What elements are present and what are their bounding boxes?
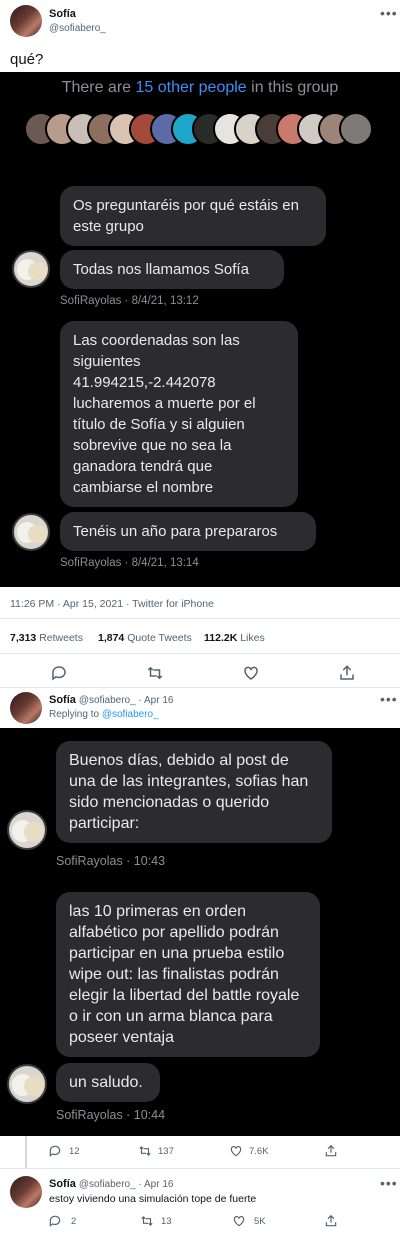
author-name[interactable]: Sofía bbox=[49, 8, 76, 20]
share-icon[interactable] bbox=[324, 1214, 338, 1228]
author-handle-date[interactable]: @sofiabero_ · Apr 16 bbox=[79, 695, 174, 706]
avatar[interactable] bbox=[10, 692, 42, 724]
replying-to-link[interactable]: @sofiabero_ bbox=[102, 709, 159, 720]
retweet-count: 137 bbox=[158, 1146, 174, 1157]
avatar[interactable] bbox=[10, 1176, 42, 1208]
message-meta: SofiRayolas · 8/4/21, 13:14 bbox=[60, 557, 199, 569]
replying-to: Replying to @sofiabero_ bbox=[49, 709, 159, 720]
reply-author[interactable]: Sofía @sofiabero_ · Apr 16 bbox=[49, 694, 173, 706]
embedded-screenshot: There are 15 other people in this group … bbox=[0, 72, 400, 587]
message-meta: SofiRayolas · 10:44 bbox=[56, 1108, 166, 1122]
message-meta: SofiRayolas · 8/4/21, 13:12 bbox=[60, 295, 199, 307]
like-count: 7.6K bbox=[249, 1146, 269, 1157]
message-bubble: Tenéis un año para prepararos bbox=[60, 512, 316, 551]
share-icon[interactable] bbox=[324, 1144, 338, 1158]
like-icon[interactable] bbox=[242, 664, 260, 682]
retweet-icon[interactable] bbox=[138, 1144, 152, 1158]
retweet-count: 13 bbox=[161, 1216, 172, 1227]
share-icon[interactable] bbox=[338, 664, 356, 682]
sender-avatar bbox=[7, 810, 47, 850]
sender-avatar bbox=[12, 513, 50, 551]
retweet-icon[interactable] bbox=[146, 664, 164, 682]
thread-line bbox=[25, 1136, 27, 1168]
sender-avatar bbox=[7, 1064, 47, 1104]
divider bbox=[0, 653, 400, 654]
author-name[interactable]: Sofía bbox=[49, 1178, 76, 1190]
message-bubble: un saludo. bbox=[56, 1063, 160, 1102]
reply-author[interactable]: Sofía @sofiabero_ · Apr 16 bbox=[49, 1178, 173, 1190]
reply-icon[interactable] bbox=[48, 1214, 62, 1228]
tweet-text: qué? bbox=[10, 51, 44, 68]
message-bubble: Todas nos llamamos Sofía bbox=[60, 250, 284, 289]
like-count: 5K bbox=[254, 1216, 266, 1227]
embedded-screenshot: Buenos días, debido al post de una de la… bbox=[0, 728, 400, 1136]
member-avatars bbox=[24, 112, 373, 146]
reply-icon[interactable] bbox=[48, 1144, 62, 1158]
likes-count[interactable]: 112.2K Likes bbox=[204, 632, 265, 644]
tweet-timestamp[interactable]: 11:26 PM · Apr 15, 2021 · Twitter for iP… bbox=[10, 598, 214, 610]
divider bbox=[0, 1168, 400, 1169]
message-bubble: Buenos días, debido al post de una de la… bbox=[56, 741, 332, 843]
group-info: There are 15 other people in this group bbox=[61, 79, 339, 96]
more-options-icon[interactable]: ••• bbox=[380, 1175, 398, 1191]
message-bubble: las 10 primeras en orden alfabético por … bbox=[56, 892, 320, 1057]
tweet-text: estoy viviendo una simulación tope de fu… bbox=[49, 1193, 257, 1205]
reply-icon[interactable] bbox=[50, 664, 68, 682]
message-meta: SofiRayolas · 10:43 bbox=[56, 854, 166, 868]
author-handle[interactable]: @sofiabero_ bbox=[49, 23, 106, 34]
like-icon[interactable] bbox=[229, 1144, 243, 1158]
author-name[interactable]: Sofía bbox=[49, 694, 76, 706]
like-icon[interactable] bbox=[232, 1214, 246, 1228]
message-bubble: Las coordenadas son las siguientes 41.99… bbox=[60, 321, 298, 507]
reply-count: 12 bbox=[69, 1146, 80, 1157]
more-options-icon[interactable]: ••• bbox=[380, 691, 398, 707]
message-bubble: Os preguntaréis por qué estáis en este g… bbox=[60, 186, 326, 246]
avatar[interactable] bbox=[10, 5, 42, 37]
author-handle-date[interactable]: @sofiabero_ · Apr 16 bbox=[79, 1179, 174, 1190]
divider bbox=[0, 618, 400, 619]
retweets-count[interactable]: 7,313 Retweets bbox=[10, 632, 83, 644]
quote-tweets-count[interactable]: 1,874 Quote Tweets bbox=[98, 632, 192, 644]
retweet-icon[interactable] bbox=[140, 1214, 154, 1228]
more-options-icon[interactable]: ••• bbox=[380, 5, 398, 21]
divider bbox=[0, 687, 400, 688]
sender-avatar bbox=[12, 250, 50, 288]
reply-count: 2 bbox=[71, 1216, 77, 1227]
member-avatar bbox=[339, 112, 373, 146]
